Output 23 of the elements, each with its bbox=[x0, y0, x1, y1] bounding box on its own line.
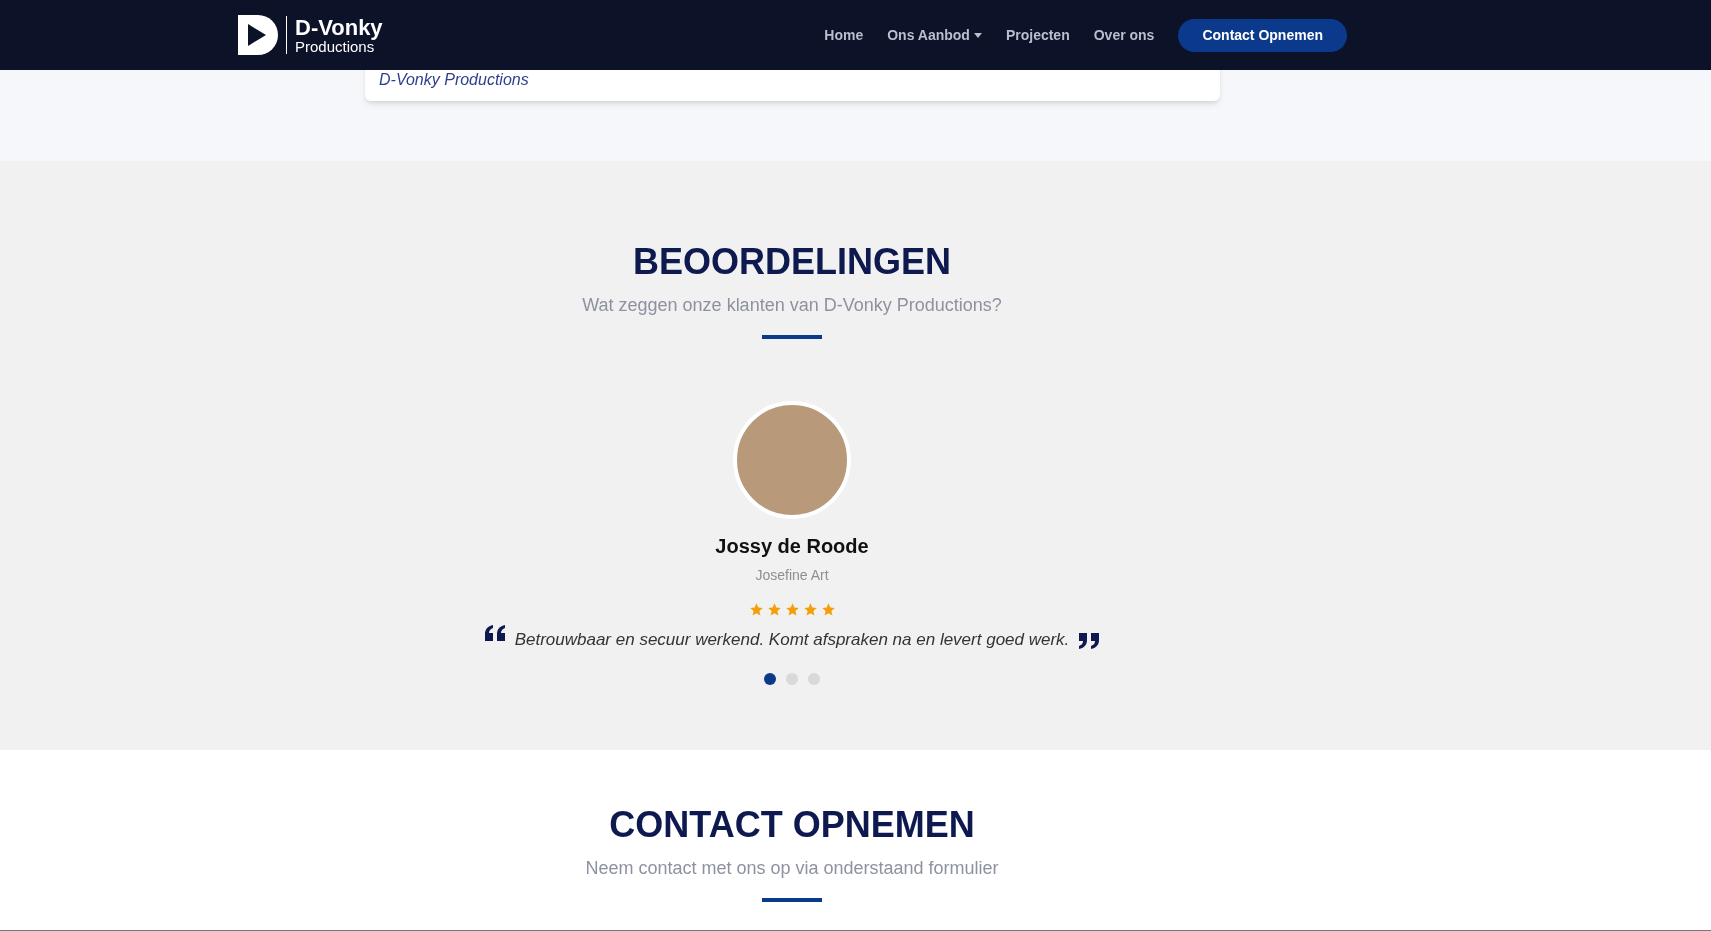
nav-link[interactable]: Ons Aanbod bbox=[887, 24, 982, 46]
star-icon bbox=[748, 602, 764, 617]
open-quote-icon bbox=[484, 625, 507, 641]
star-icon bbox=[820, 602, 836, 617]
close-quote-icon bbox=[1077, 633, 1100, 649]
review-quote: Betrouwbaar en secuur werkend. Komt afspraken na en levert goed werk. bbox=[514, 629, 1070, 651]
section-title: BEOORDELINGEN bbox=[633, 240, 951, 284]
contact-button[interactable]: Contact Opnemen bbox=[1178, 18, 1347, 52]
star-icon bbox=[766, 602, 782, 617]
nav-link[interactable]: Home bbox=[824, 24, 864, 46]
reviewer-name: Jossy de Roode bbox=[715, 534, 869, 559]
logo-icon bbox=[238, 15, 278, 55]
logo-subtitle: Productions bbox=[295, 38, 375, 54]
nav-link[interactable]: Projecten bbox=[1005, 24, 1070, 46]
section-title: CONTACT OPNEMEN bbox=[609, 803, 975, 847]
star-icon bbox=[802, 602, 818, 617]
logo-title: D-Vonky bbox=[295, 16, 383, 39]
section-subtitle: Neem contact met ons op via onderstaand formulier bbox=[585, 857, 999, 880]
section-subtitle: Wat zeggen onze klanten van D-Vonky Productions? bbox=[582, 294, 1002, 317]
star-icon bbox=[784, 602, 800, 617]
reviewer-company: Josefine Art bbox=[755, 566, 829, 585]
signature: D-Vonky Productions bbox=[379, 71, 529, 88]
nav-link[interactable]: Over ons bbox=[1093, 24, 1155, 46]
